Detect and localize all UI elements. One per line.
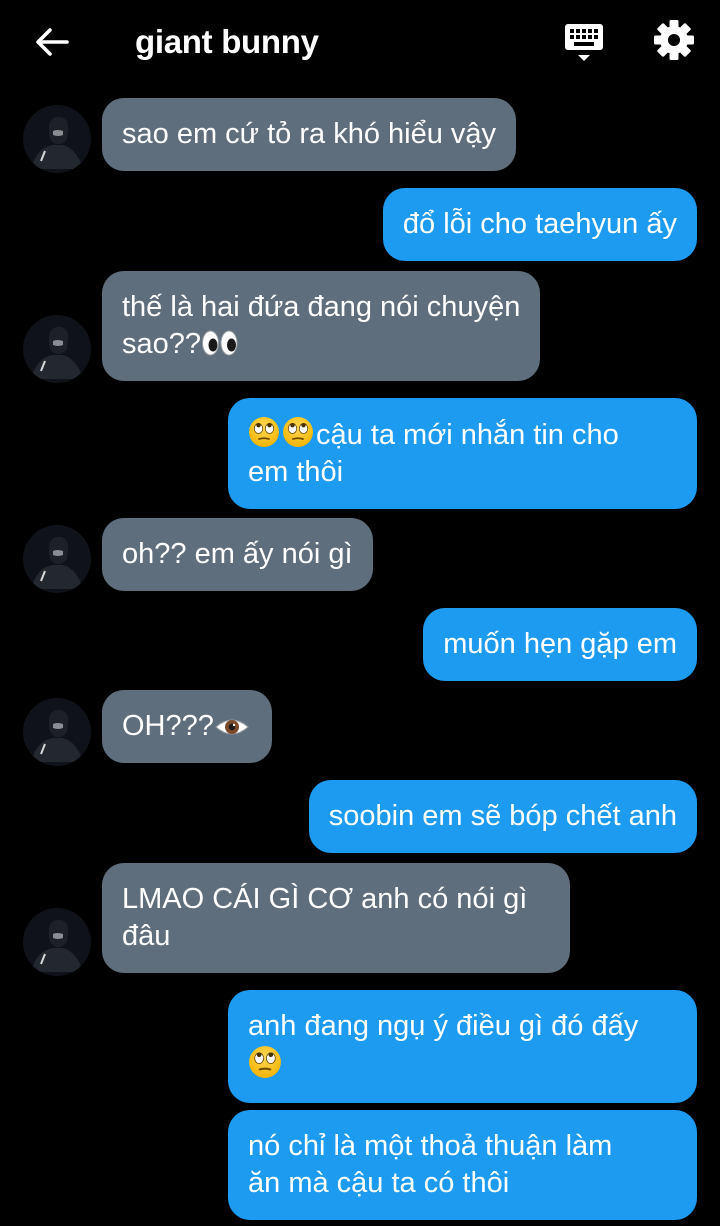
contact-avatar[interactable] xyxy=(23,315,91,383)
message-bubble-outgoing[interactable]: nó chỉ là một thoả thuận làm ăn mà cậu t… xyxy=(228,1110,697,1220)
message-bubble-outgoing[interactable]: đổ lỗi cho taehyun ấy xyxy=(382,188,697,261)
contact-avatar[interactable] xyxy=(23,698,91,766)
message-text: oh?? em ấy nói gì xyxy=(122,538,353,570)
keyboard-button[interactable] xyxy=(562,20,608,66)
message-bubble-incoming[interactable]: LMAO CÁI GÌ CƠ anh có nói gì đâu xyxy=(102,863,570,973)
message-bubble-outgoing[interactable]: cậu ta mới nhắn tin cho em thôi xyxy=(228,398,697,509)
contact-avatar[interactable] xyxy=(23,105,91,173)
arrow-left-icon xyxy=(36,28,69,56)
message-bubble-incoming[interactable]: thế là hai đứa đang nói chuyện sao?? xyxy=(102,271,541,381)
message-text: OH??? xyxy=(122,710,214,742)
message-bubble-outgoing[interactable]: anh đang ngụ ý điều gì đó đấy xyxy=(228,990,697,1103)
avatar-photo xyxy=(23,698,91,766)
message-bubble-incoming[interactable]: sao em cứ tỏ ra khó hiểu vậy xyxy=(102,98,517,171)
page-title: giant bunny xyxy=(135,23,319,60)
keyboard-icon xyxy=(565,24,603,61)
message-text: thế là hai đứa đang nói chuyện xyxy=(122,291,521,323)
contact-avatar[interactable] xyxy=(23,525,91,593)
message-text: em thôi xyxy=(248,456,344,488)
chat-header: giant bunny xyxy=(0,0,720,86)
face-with-rolling-eyes-icon xyxy=(248,1045,282,1079)
message-bubble-outgoing[interactable]: soobin em sẽ bóp chết anh xyxy=(308,780,697,853)
message-text: nó chỉ là một thoả thuận làm xyxy=(248,1130,613,1162)
gear-icon xyxy=(654,20,694,60)
message-text: cậu ta mới nhắn tin cho xyxy=(316,419,619,451)
eye-emoji-icon xyxy=(215,719,249,735)
message-text: đổ lỗi cho taehyun ấy xyxy=(402,208,677,240)
message-bubble-incoming[interactable]: OH??? xyxy=(102,690,272,763)
message-bubble-outgoing[interactable]: muốn hẹn gặp em xyxy=(423,608,697,681)
avatar-photo xyxy=(23,105,91,173)
contact-avatar[interactable] xyxy=(23,908,91,976)
avatar-photo xyxy=(23,315,91,383)
eyes-emoji-icon xyxy=(202,330,238,356)
back-button[interactable] xyxy=(30,22,74,62)
message-text: muốn hẹn gặp em xyxy=(443,628,677,660)
message-text: anh đang ngụ ý điều gì đó đấy xyxy=(248,1010,639,1042)
message-text: ăn mà cậu ta có thôi xyxy=(248,1167,510,1199)
message-text: sao?? xyxy=(122,328,202,360)
avatar-photo xyxy=(23,525,91,593)
settings-button[interactable] xyxy=(652,18,698,64)
face-with-rolling-eyes-icon xyxy=(248,416,280,448)
message-text: LMAO CÁI GÌ CƠ anh có nói gì xyxy=(122,883,528,915)
message-bubble-incoming[interactable]: oh?? em ấy nói gì xyxy=(102,518,373,591)
face-with-rolling-eyes-icon xyxy=(282,416,314,448)
message-text: soobin em sẽ bóp chết anh xyxy=(328,800,677,832)
message-text: đâu xyxy=(122,920,171,952)
message-text: sao em cứ tỏ ra khó hiểu vậy xyxy=(122,118,497,150)
avatar-photo xyxy=(23,908,91,976)
